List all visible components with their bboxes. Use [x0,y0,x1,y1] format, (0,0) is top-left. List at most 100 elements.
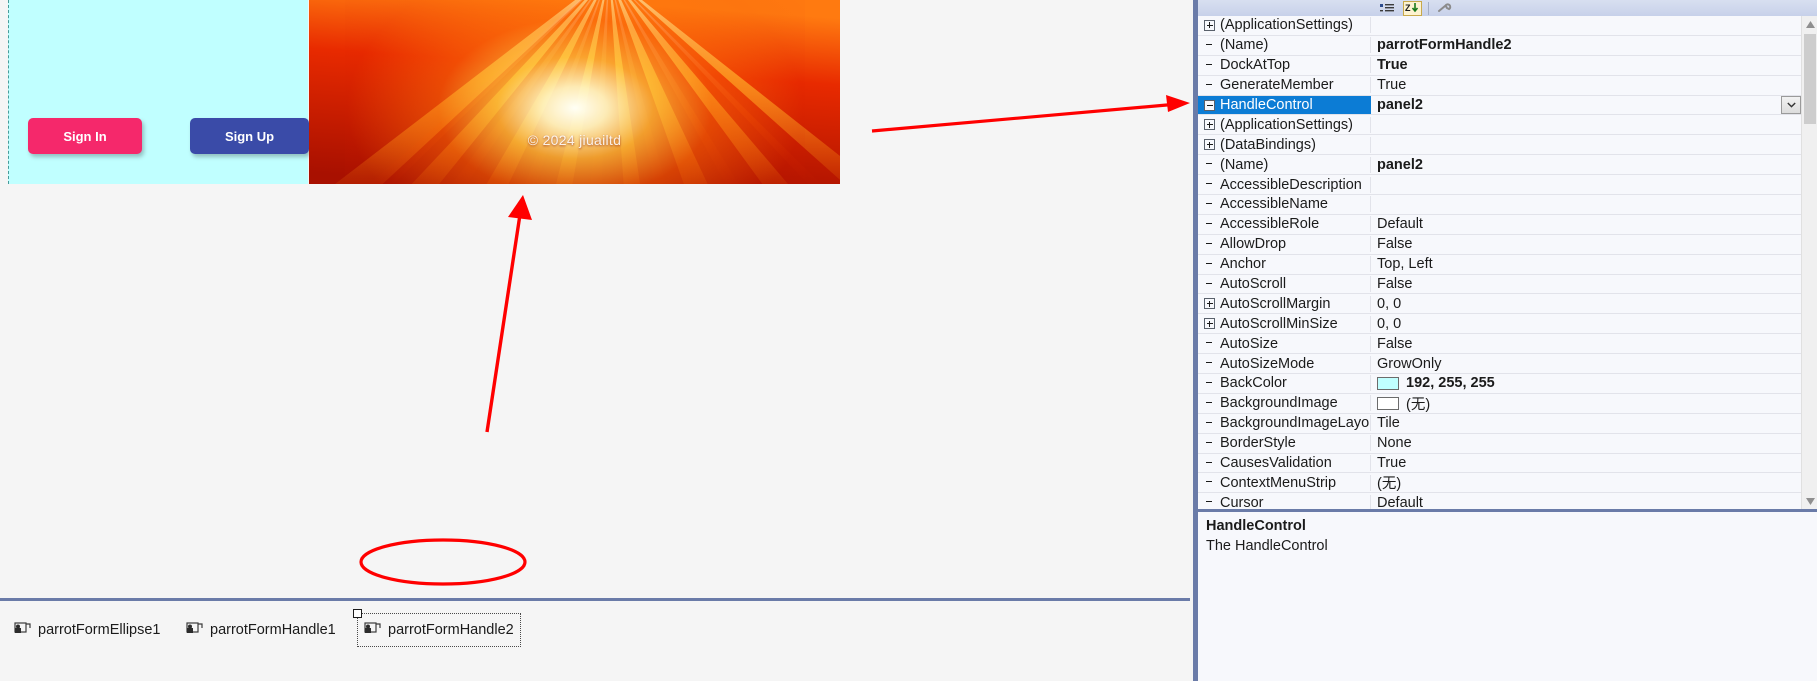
property-row[interactable]: CausesValidation True [1198,453,1801,474]
property-row[interactable]: DockAtTop True [1198,55,1801,76]
property-value-cell[interactable]: Top, Left [1371,256,1801,272]
property-value-cell[interactable]: True [1371,77,1801,93]
form-designer-surface[interactable]: Sign In Sign Up © 2024 jiuailtd [0,0,1190,598]
sign-up-button[interactable]: Sign Up [190,118,309,154]
property-row[interactable]: AutoSize False [1198,334,1801,355]
properties-button[interactable] [1435,1,1454,16]
property-row[interactable]: (Name) parrotFormHandle2 [1198,35,1801,56]
property-row[interactable]: BackColor 192, 255, 255 [1198,374,1801,394]
property-name-cell: AllowDrop [1198,236,1371,253]
property-value-cell[interactable]: panel2 [1371,95,1801,115]
property-value-label: GrowOnly [1377,355,1442,372]
design-panel-panel2[interactable]: Sign In Sign Up [8,0,309,184]
property-value-cell[interactable]: Default [1371,495,1801,509]
property-row[interactable]: AllowDrop False [1198,234,1801,255]
property-row[interactable]: (ApplicationSettings) [1198,115,1801,136]
expand-icon[interactable] [1204,119,1215,131]
property-row[interactable]: AutoScrollMinSize 0, 0 [1198,314,1801,335]
property-value-cell[interactable]: None [1371,435,1801,451]
ray-burst-graphic [309,0,840,184]
property-name-cell: AutoScroll [1198,276,1371,293]
toolbar-separator [1428,1,1429,15]
property-value-cell[interactable]: panel2 [1371,157,1801,173]
property-name-cell: (ApplicationSettings) [1198,116,1371,133]
selection-handle[interactable] [353,609,362,618]
scroll-down-arrow[interactable] [1802,493,1817,509]
component-tray[interactable]: parrotFormEllipse1 parrotFormHandle1 par… [0,601,1190,681]
property-name-cell: Cursor [1198,494,1371,509]
property-row[interactable]: AccessibleDescription [1198,175,1801,196]
property-value-cell[interactable]: (无) [1371,393,1801,414]
property-row[interactable]: BackgroundImageLayo Tile [1198,413,1801,434]
property-row[interactable]: AccessibleRole Default [1198,214,1801,235]
property-name-cell: CausesValidation [1198,455,1371,472]
property-value-cell[interactable]: False [1371,236,1801,252]
property-row[interactable]: AutoScrollMargin 0, 0 [1198,294,1801,315]
property-name-cell: BorderStyle [1198,435,1371,452]
property-row[interactable]: AutoSizeMode GrowOnly [1198,354,1801,375]
banner-image-control[interactable]: © 2024 jiuailtd [309,0,840,184]
expand-icon[interactable] [1204,298,1215,310]
property-value-cell[interactable]: True [1371,455,1801,471]
property-name-cell: (DataBindings) [1198,136,1371,153]
property-value-cell[interactable]: 0, 0 [1371,316,1801,332]
property-name-cell: AccessibleName [1198,196,1371,213]
property-name-label: (DataBindings) [1220,136,1316,153]
form-canvas[interactable]: Sign In Sign Up © 2024 jiuailtd [0,0,840,184]
property-name-label: AccessibleName [1220,196,1328,213]
property-row[interactable]: HandleControl panel2 [1198,95,1801,116]
property-value-label: Tile [1377,415,1400,432]
property-row[interactable]: GenerateMember True [1198,75,1801,96]
chevron-down-icon[interactable] [1781,96,1801,114]
tray-item-parrotformhandle2[interactable]: parrotFormHandle2 [353,609,521,647]
expander-spacer [1204,477,1215,488]
property-row[interactable]: BackgroundImage (无) [1198,393,1801,414]
scroll-up-arrow[interactable] [1802,16,1817,32]
image-watermark: © 2024 jiuailtd [527,132,622,148]
expand-icon[interactable] [1204,318,1215,330]
property-row[interactable]: BorderStyle None [1198,433,1801,454]
expander-spacer [1204,259,1215,270]
component-icon [186,622,203,638]
categorized-button[interactable] [1378,1,1397,16]
expand-icon[interactable] [1204,19,1215,31]
property-row[interactable]: (ApplicationSettings) [1198,16,1801,36]
property-value-cell[interactable]: Tile [1371,415,1801,431]
property-value-cell[interactable]: GrowOnly [1371,356,1801,372]
property-name-label: Anchor [1220,256,1266,273]
tray-item-label: parrotFormHandle2 [388,622,514,638]
property-row[interactable]: (Name) panel2 [1198,155,1801,176]
color-swatch [1377,396,1399,410]
property-row[interactable]: ContextMenuStrip (无) [1198,472,1801,494]
property-value-cell[interactable]: 0, 0 [1371,296,1801,312]
property-value-cell[interactable]: Default [1371,216,1801,232]
tray-item-parrotformellipse1[interactable]: parrotFormEllipse1 [8,613,167,647]
property-name-cell: ContextMenuStrip [1198,474,1371,491]
property-value-cell[interactable]: True [1371,57,1801,73]
properties-window[interactable]: Z (ApplicationSettings) (Name) parrotFormH… [1193,0,1817,681]
scrollbar-thumb[interactable] [1804,34,1816,124]
property-value-label: False [1377,276,1413,293]
component-icon [14,622,31,638]
property-grid[interactable]: (ApplicationSettings) (Name) parrotFormHan… [1198,16,1817,509]
property-row[interactable]: (DataBindings) [1198,135,1801,156]
property-value-cell[interactable]: False [1371,336,1801,352]
property-value-cell[interactable]: 192, 255, 255 [1371,375,1801,391]
alphabetical-button[interactable]: Z [1403,0,1422,16]
property-row[interactable]: AutoScroll False [1198,274,1801,295]
sign-in-button[interactable]: Sign In [28,118,142,154]
property-row[interactable]: AccessibleName [1198,195,1801,215]
expand-icon[interactable] [1204,139,1215,151]
property-name-label: AutoScrollMinSize [1220,315,1338,332]
property-row[interactable]: Cursor Default [1198,493,1801,509]
property-row[interactable]: Anchor Top, Left [1198,254,1801,275]
property-value-cell[interactable]: (无) [1371,472,1801,493]
property-value-label: True [1377,455,1407,472]
expander-spacer [1204,418,1215,429]
property-value-cell[interactable]: parrotFormHandle2 [1371,37,1801,53]
property-value-cell[interactable]: False [1371,276,1801,292]
tray-item-parrotformhandle1[interactable]: parrotFormHandle1 [180,613,342,647]
collapse-icon[interactable] [1204,99,1215,111]
properties-toolbar[interactable]: Z [1198,0,1817,16]
property-grid-scrollbar[interactable] [1801,16,1817,509]
